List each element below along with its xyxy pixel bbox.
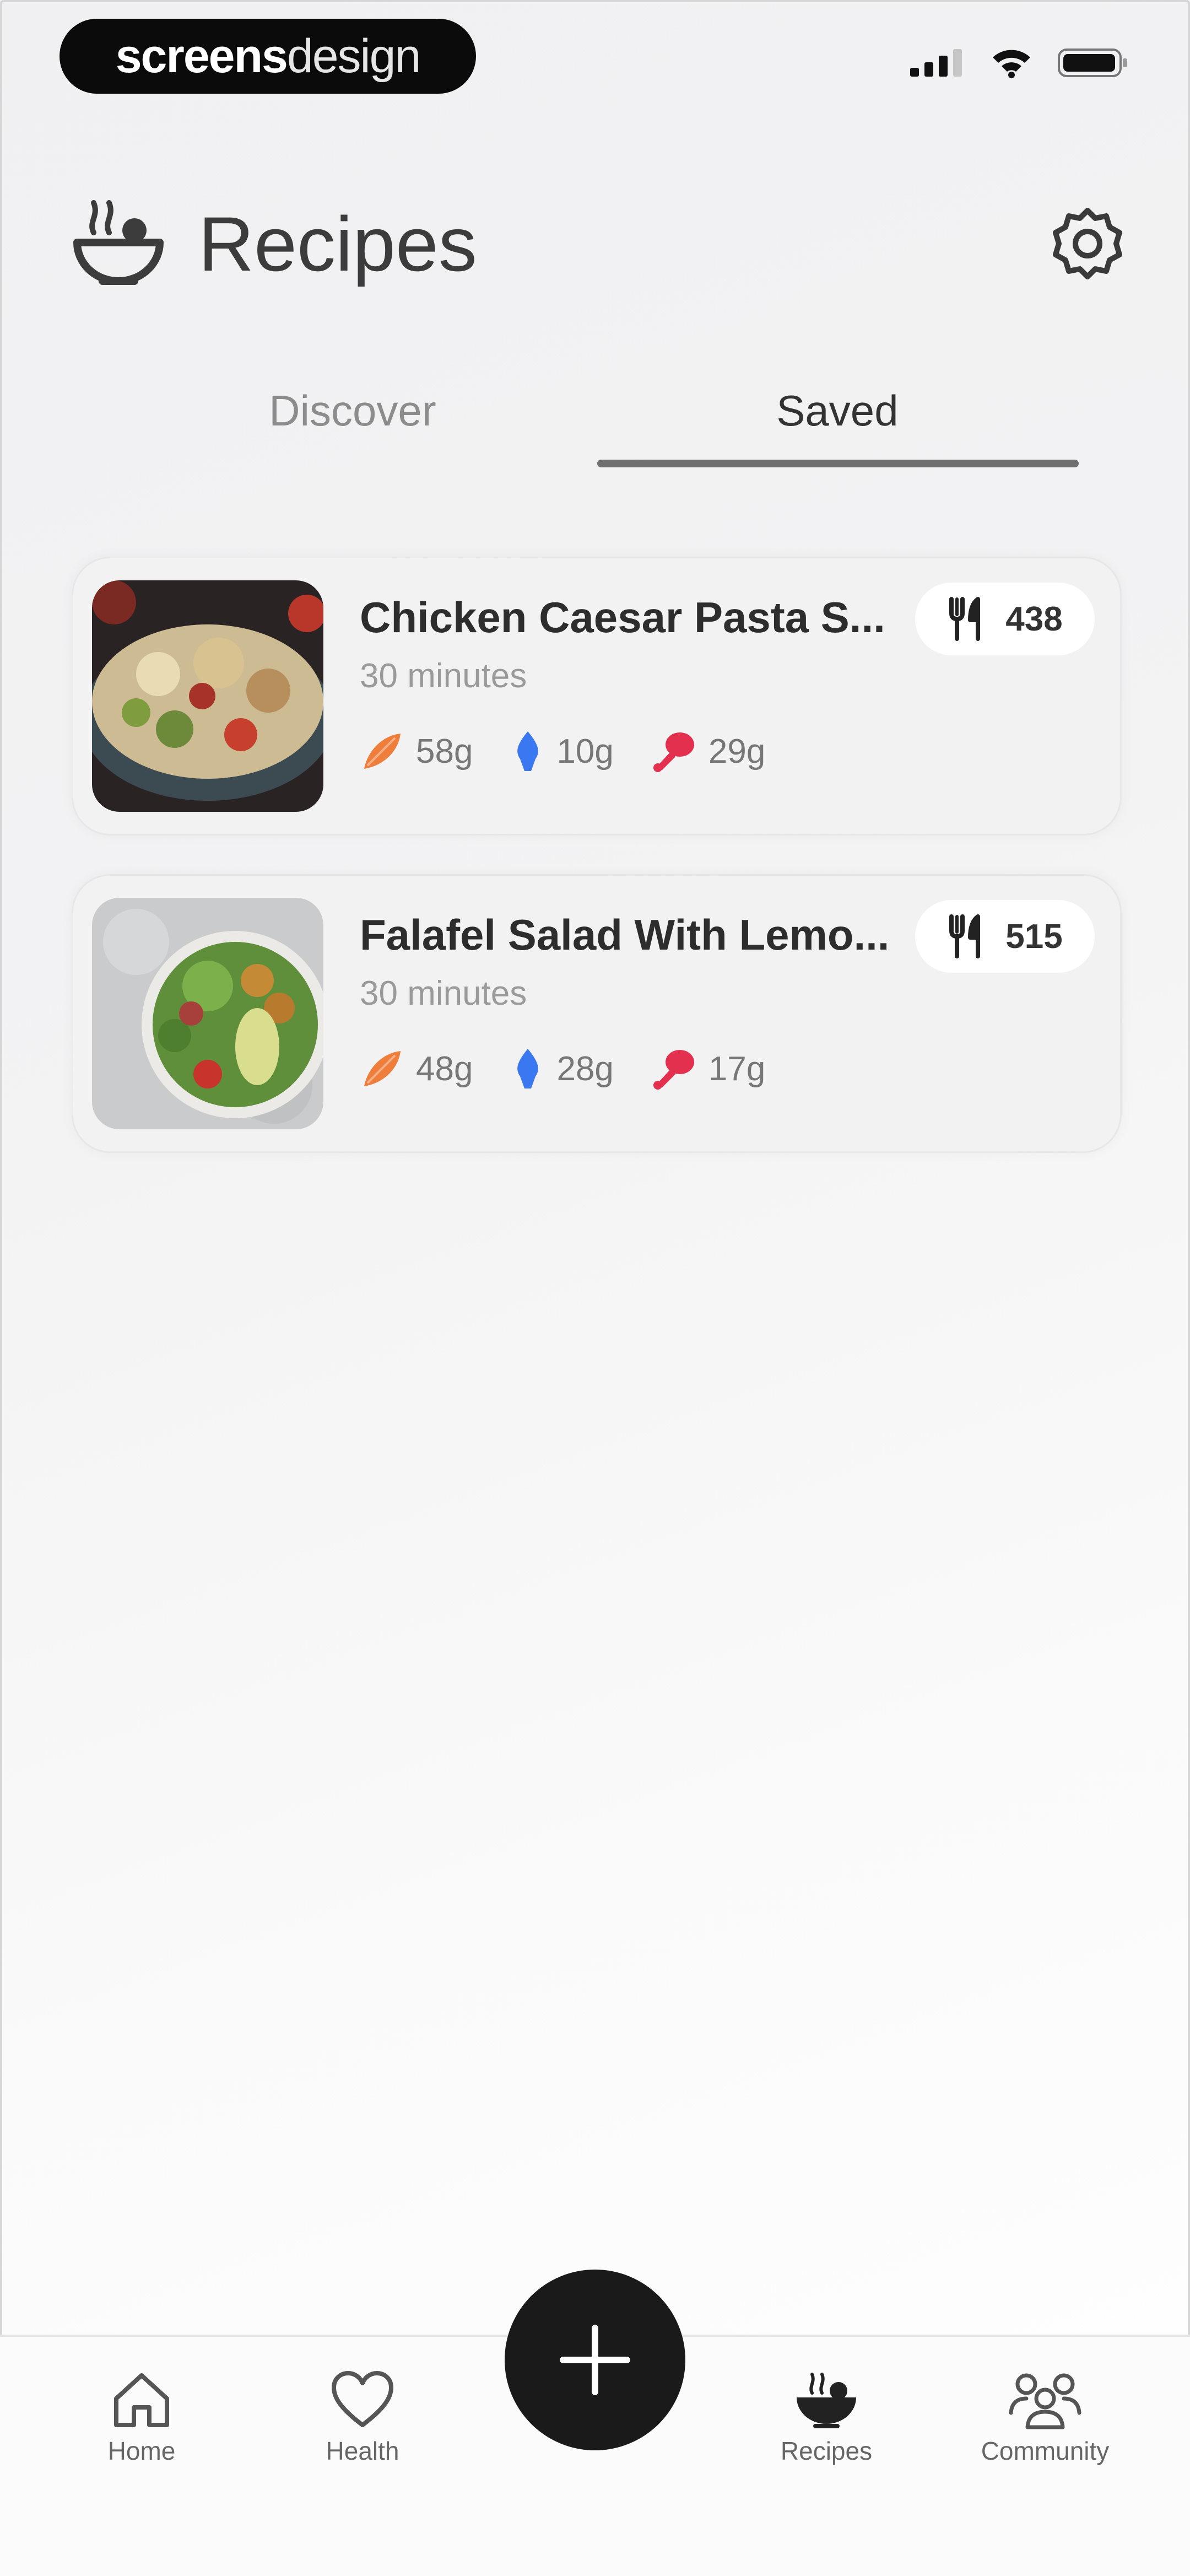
protein-value: 29g [708, 732, 766, 770]
calories-value: 515 [1005, 917, 1063, 956]
protein-value: 17g [708, 1049, 766, 1088]
calories-value: 438 [1005, 600, 1063, 638]
fat-value: 28g [556, 1049, 614, 1088]
battery-icon [1058, 48, 1127, 77]
nav-item-health[interactable]: Health [280, 2370, 445, 2466]
carbs-icon [364, 1051, 401, 1086]
calories-badge: 515 [915, 900, 1095, 973]
carbs-icon [364, 734, 401, 769]
add-button[interactable] [505, 2270, 685, 2450]
carbs-value: 58g [416, 732, 473, 770]
gear-icon[interactable] [1049, 205, 1126, 282]
recipe-image [92, 580, 323, 812]
macros-row: 58g 10g 29g [360, 729, 804, 773]
calories-badge: 438 [915, 583, 1095, 655]
macros-row: 48g 28g 17g [360, 1047, 804, 1091]
tab-active-indicator [597, 460, 1079, 467]
recipe-time: 30 minutes [360, 657, 527, 695]
fat-icon [517, 731, 539, 771]
recipe-time: 30 minutes [360, 974, 527, 1012]
brand-text-light: design [286, 29, 421, 83]
tab-discover[interactable]: Discover [110, 386, 595, 436]
brand-watermark: screens design [60, 19, 476, 94]
cellular-signal-icon [910, 49, 962, 77]
nav-label: Health [326, 2437, 399, 2465]
protein-icon [653, 732, 694, 772]
bowl-icon [73, 200, 164, 285]
fat-icon [517, 1049, 539, 1088]
community-icon [1009, 2373, 1081, 2429]
plus-icon [560, 2325, 630, 2395]
carbs-value: 48g [416, 1049, 473, 1088]
recipe-card[interactable]: Falafel Salad With Lemo... 30 minutes 51… [72, 874, 1122, 1153]
fork-knife-icon [949, 597, 981, 641]
brand-text-bold: screens [115, 29, 288, 83]
heart-icon [332, 2371, 393, 2427]
bowl-icon [797, 2373, 856, 2428]
recipe-image [92, 898, 323, 1129]
nav-item-home[interactable]: Home [59, 2370, 224, 2466]
recipe-card[interactable]: Chicken Caesar Pasta S... 30 minutes 438… [72, 557, 1122, 836]
protein-icon [653, 1050, 694, 1090]
recipe-title: Chicken Caesar Pasta S... [360, 593, 885, 642]
tab-saved[interactable]: Saved [595, 386, 1080, 436]
page-title: Recipes [198, 201, 477, 287]
nav-item-community[interactable]: Community [962, 2370, 1128, 2466]
status-icons [910, 47, 1129, 78]
wifi-icon [993, 50, 1030, 78]
fat-value: 10g [556, 732, 614, 770]
nav-label: Community [981, 2437, 1110, 2465]
home-icon [114, 2373, 169, 2427]
nav-label: Recipes [780, 2437, 873, 2465]
nav-item-recipes[interactable]: Recipes [744, 2370, 909, 2466]
recipe-title: Falafel Salad With Lemo... [360, 910, 890, 959]
nav-label: Home [107, 2437, 176, 2465]
fork-knife-icon [949, 914, 981, 958]
